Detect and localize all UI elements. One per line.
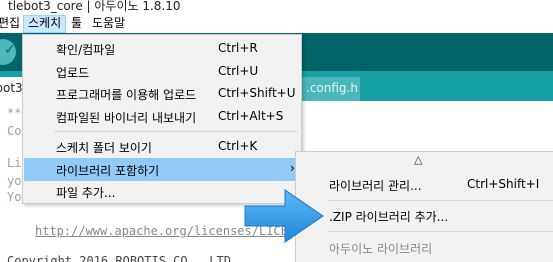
menu-separator <box>327 200 553 201</box>
window-title-bar: tlebot3_core | 아두이노 1.8.10 <box>0 0 553 14</box>
scroll-up-icon[interactable]: △ <box>414 153 422 166</box>
code-line: Li <box>7 156 22 170</box>
menu-item-add-zip-library[interactable]: .ZIP 라이브러리 추가... <box>297 204 553 227</box>
include-library-submenu: △ 라이브러리 관리... Ctrl+Shift+I .ZIP 라이브러리 추가… <box>295 151 553 262</box>
checkmark-icon: ✓ <box>4 42 16 58</box>
menu-tools[interactable]: 툴 <box>67 15 86 33</box>
menu-item-show-sketch-folder[interactable]: 스케치 폴더 보이기 Ctrl+K <box>24 135 300 158</box>
code-line: yo <box>7 174 22 188</box>
menu-separator <box>54 131 298 132</box>
menu-separator <box>327 231 553 232</box>
menu-bar: 편집 스케치 툴 도움말 <box>0 14 553 33</box>
menu-item-include-library[interactable]: 라이브러리 포함하기 › <box>24 158 300 181</box>
menu-item-upload[interactable]: 업로드 Ctrl+U <box>24 60 300 83</box>
menu-item-verify-compile[interactable]: 확인/컴파일 Ctrl+R <box>24 37 300 60</box>
menu-item-arduino-libraries-header: 아두이노 라이브러리 <box>329 242 433 256</box>
menu-item-manage-libraries[interactable]: 라이브러리 관리... Ctrl+Shift+I <box>297 173 553 196</box>
pointer-arrow-icon <box>244 189 324 243</box>
code-line: Co <box>7 124 22 138</box>
window-title: tlebot3_core | 아두이노 1.8.10 <box>8 0 181 13</box>
tab-config-h[interactable]: .config.h <box>298 77 360 101</box>
menu-sketch[interactable]: 스케치 <box>23 15 67 33</box>
menu-help[interactable]: 도움말 <box>88 15 129 33</box>
code-line: Copyright 2016 ROBOTIS CO., LTD. <box>7 254 239 262</box>
verify-button[interactable]: ✓ <box>0 39 16 65</box>
menu-item-upload-using-programmer[interactable]: 프로그래머를 이용해 업로드 Ctrl+Shift+U <box>24 82 300 105</box>
menu-item-export-binary[interactable]: 컴파일된 바이너리 내보내기 Ctrl+Alt+S <box>24 105 300 128</box>
sketch-menu-dropdown: 확인/컴파일 Ctrl+R 업로드 Ctrl+U 프로그래머를 이용해 업로드 … <box>22 34 302 204</box>
code-line: Yo <box>7 190 22 204</box>
menu-edit[interactable]: 편집 <box>0 15 24 33</box>
